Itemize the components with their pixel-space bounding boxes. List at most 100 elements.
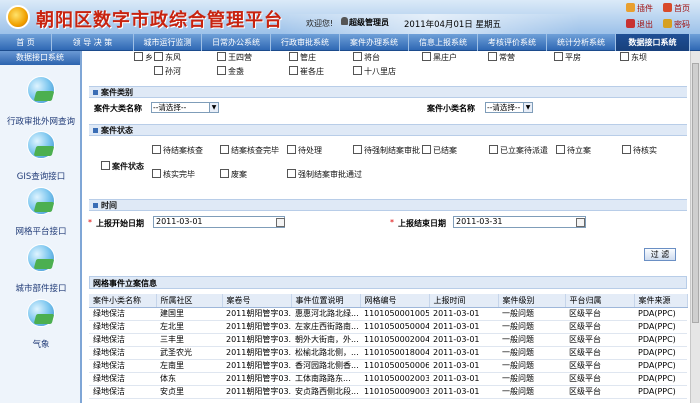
nav-evaluation[interactable]: 考核评价系统: [478, 34, 547, 51]
filter-button[interactable]: 过 滤: [644, 248, 676, 261]
col-header[interactable]: 案件来源: [634, 294, 688, 308]
calendar-icon[interactable]: [276, 218, 285, 227]
grid-platform-icon[interactable]: [27, 187, 55, 215]
area-checkbox[interactable]: 管庄: [289, 52, 316, 63]
table-row[interactable]: 绿地保洁 建国里 2011朝阳管字03... 惠惠河北路北绿... 1101050001…: [89, 307, 687, 321]
table-row[interactable]: 绿地保洁 三丰里 2011朝阳管字03... 朝外大街南，外... 1101050002…: [89, 333, 687, 347]
table-row[interactable]: 绿地保洁 左南里 2011朝阳管字03... 香河园路北侧香... 1101050050…: [89, 359, 687, 373]
nav-decision[interactable]: 领 导 决 策: [52, 34, 134, 51]
col-header[interactable]: 上报时间: [429, 294, 499, 308]
cell: PDA(PPC): [634, 359, 687, 373]
col-header[interactable]: 案件小类名称: [89, 294, 157, 308]
status-checkbox[interactable]: 待强制结案审批: [353, 145, 420, 156]
area-checkbox[interactable]: 十八里店: [353, 66, 396, 77]
nav-case[interactable]: 案件办理系统: [340, 34, 409, 51]
sidebar-item-gis-query[interactable]: GIS查询接口: [0, 170, 82, 182]
city-component-icon[interactable]: [27, 244, 55, 272]
area-checkbox[interactable]: 乡: [134, 52, 153, 63]
area-checkbox[interactable]: 崔各庄: [289, 66, 324, 77]
logout-link[interactable]: 退出: [637, 19, 653, 30]
cell: 一般问题: [498, 307, 565, 321]
vertical-scrollbar[interactable]: [690, 51, 700, 403]
sidebar-item-approval-query[interactable]: 行政审批外网查询: [0, 115, 82, 127]
cell: 绿地保洁: [89, 346, 156, 360]
sidebar-item-weather[interactable]: 气象: [0, 338, 82, 350]
area-checkbox[interactable]: 孙河: [154, 66, 181, 77]
cell: 左家庄西街路南...: [291, 320, 360, 334]
cell: PDA(PPC): [634, 385, 687, 399]
table-row[interactable]: 绿地保洁 体东 2011朝阳管字03... 工体南路路东... 110105000200…: [89, 372, 687, 386]
area-checkbox[interactable]: 王四营: [217, 52, 252, 63]
app-title: 朝阳区数字市政综合管理平台: [36, 10, 283, 31]
status-checkbox[interactable]: 强制结案审批通过: [287, 169, 362, 180]
cell: 一般问题: [498, 320, 565, 334]
area-checkbox[interactable]: 东风: [154, 52, 181, 63]
nav-report[interactable]: 信息上报系统: [409, 34, 478, 51]
col-header[interactable]: 事件位置说明: [291, 294, 361, 308]
home-link[interactable]: 首页: [674, 3, 690, 14]
area-checkbox[interactable]: 将台: [353, 52, 380, 63]
plugin-icon[interactable]: [626, 3, 635, 12]
gis-query-icon[interactable]: [27, 131, 55, 159]
nav-data-interface[interactable]: 数据接口系统: [616, 34, 690, 51]
table-row[interactable]: 绿地保洁 安贞里 2011朝阳管字03... 安贞路西侧北段... 1101050009…: [89, 385, 687, 399]
end-date-input[interactable]: 2011-03-31: [453, 216, 586, 228]
table-row[interactable]: 绿地保洁 左北里 2011朝阳管字03... 左家庄西街路南... 1101050050…: [89, 320, 687, 334]
col-header[interactable]: 案件级别: [498, 294, 566, 308]
small-category-select[interactable]: --请选择-- ▼: [485, 102, 533, 113]
nav-office[interactable]: 日常办公系统: [202, 34, 271, 51]
sidebar-item-grid-platform[interactable]: 网格平台接口: [0, 225, 82, 237]
cell: PDA(PPC): [634, 320, 687, 334]
status-checkbox[interactable]: 待立案: [556, 145, 591, 156]
home-icon[interactable]: [663, 3, 672, 12]
area-checkbox[interactable]: 平房: [554, 52, 581, 63]
required-marker: *: [88, 218, 92, 227]
status-all-checkbox[interactable]: 案件状态: [101, 161, 144, 172]
table-row[interactable]: 绿地保洁 武圣农光 2011朝阳管字03... 松榆北路北侧，... 110105001…: [89, 346, 687, 360]
nav-approval[interactable]: 行政审批系统: [271, 34, 340, 51]
col-header[interactable]: 网格编号: [360, 294, 430, 308]
nav-home[interactable]: 首 页: [0, 34, 52, 51]
big-category-select[interactable]: --请选择-- ▼: [151, 102, 219, 113]
status-checkbox[interactable]: 已立案待派遣: [489, 145, 548, 156]
plugin-link[interactable]: 插件: [637, 3, 653, 14]
status-checkbox[interactable]: 废案: [220, 169, 247, 180]
cell: 绿地保洁: [89, 359, 156, 373]
scrollbar-thumb[interactable]: [692, 63, 699, 323]
weather-icon[interactable]: [27, 299, 55, 327]
status-checkbox[interactable]: 待核实: [622, 145, 657, 156]
calendar-icon[interactable]: [576, 218, 585, 227]
nav-statistics[interactable]: 统计分析系统: [547, 34, 616, 51]
area-checkbox[interactable]: 黑庄户: [422, 52, 457, 63]
main-content: 乡 东风 王四营 管庄 将台 黑庄户 常营 平房 东坝 孙河 金盏 崔各庄 十八…: [84, 51, 690, 403]
approval-query-icon[interactable]: [27, 76, 55, 104]
user-icon: [341, 17, 348, 25]
key-icon[interactable]: [663, 19, 672, 28]
area-checkbox[interactable]: 常营: [488, 52, 515, 63]
start-date-input[interactable]: 2011-03-01: [153, 216, 285, 228]
password-link[interactable]: 密码: [674, 19, 690, 30]
col-header[interactable]: 平台归属: [565, 294, 635, 308]
status-checkbox[interactable]: 待结案核查: [152, 145, 203, 156]
cell: 一般问题: [498, 372, 565, 386]
status-checkbox[interactable]: 核实完毕: [152, 169, 195, 180]
area-checkbox[interactable]: 金盏: [217, 66, 244, 77]
end-date-label: 上报结束日期: [398, 219, 446, 228]
logout-icon[interactable]: [626, 19, 635, 28]
status-checkbox[interactable]: 结案核查完毕: [220, 145, 279, 156]
col-header[interactable]: 案卷号: [222, 294, 292, 308]
section-category: 案件类别: [89, 86, 687, 98]
welcome-text: 欢迎您!: [306, 19, 334, 28]
area-checkbox[interactable]: 东坝: [620, 52, 647, 63]
status-checkbox[interactable]: 待处理: [287, 145, 322, 156]
cell: 2011-03-01: [429, 385, 498, 399]
nav-monitor[interactable]: 城市运行监测: [134, 34, 202, 51]
col-header[interactable]: 所属社区: [156, 294, 223, 308]
current-date: 2011年04月01日 星期五: [404, 20, 501, 30]
status-checkbox[interactable]: 已结案: [422, 145, 457, 156]
cell: 武圣农光: [156, 346, 222, 360]
app-header: 朝阳区数字市政综合管理平台 欢迎您! 超级管理员 2011年04月01日 星期五…: [0, 0, 700, 34]
cell: 区级平台: [565, 385, 634, 399]
sidebar-item-city-component[interactable]: 城市部件接口: [0, 282, 82, 294]
cell: 2011-03-01: [429, 346, 498, 360]
